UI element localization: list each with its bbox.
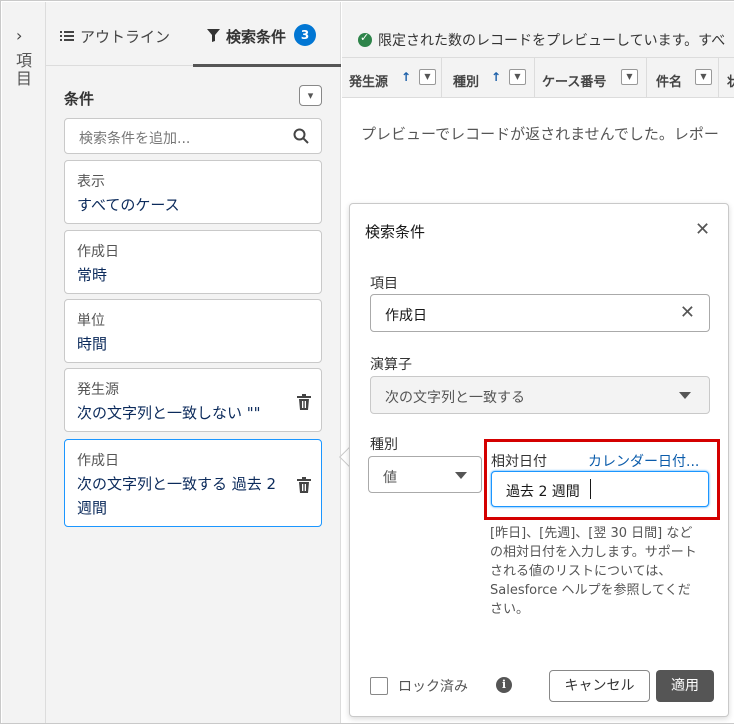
filter-card-label: 表示 (77, 174, 105, 190)
field-combobox[interactable]: 作成日 ✕ (370, 294, 710, 332)
column-label: 種別 (453, 75, 480, 90)
trash-icon[interactable] (297, 477, 311, 493)
filter-card-label: 発生源 (77, 382, 119, 398)
tab-filters[interactable]: 検索条件 3 (193, 24, 341, 67)
column-header-type[interactable]: 種別 ↑ ▼ (442, 58, 535, 98)
locked-checkbox[interactable]: ロック済み (370, 676, 468, 696)
expand-chevron-icon[interactable]: › (16, 26, 22, 45)
apply-button[interactable]: 適用 (656, 670, 714, 702)
relative-date-input[interactable]: 過去 2 週間 (491, 471, 709, 507)
column-header-case-number[interactable]: ケース番号 ▼ (535, 58, 647, 98)
filter-icon (207, 29, 220, 42)
fields-rail-label: 項目 (13, 52, 32, 88)
filter-panel: アウトライン 検索条件 3 条件 ▾ 検索条件を追加... 表示 すべてのケース (46, 2, 341, 723)
filter-search-input[interactable]: 検索条件を追加... (64, 118, 322, 154)
panel-tabs: アウトライン 検索条件 3 (46, 2, 341, 67)
filter-card-value: 次の文字列と一致する 過去 2 週間 (77, 475, 277, 517)
relative-date-help-text: [昨日]、[先週]、[翌 30 日間] などの相対日付を入力します。サポートされ… (490, 526, 697, 617)
conditions-menu-button[interactable]: ▾ (299, 85, 322, 106)
sort-ascending-icon: ↑ (491, 70, 502, 84)
filter-card-show[interactable]: 表示 すべてのケース (64, 160, 322, 224)
column-menu-chevron-icon[interactable]: ▼ (419, 69, 436, 85)
filter-card-created-date[interactable]: 作成日 常時 (64, 230, 322, 294)
column-label: 発生源 (349, 75, 389, 90)
filter-card-origin[interactable]: 発生源 次の文字列と一致しない "" (64, 368, 322, 432)
chevron-down-icon: ▾ (307, 89, 314, 102)
report-builder: › 項目 アウトライン 検索条件 3 条件 ▾ 検索条件を追加... 表示 すべ… (0, 0, 734, 724)
popover-title: 検索条件 (365, 223, 426, 241)
column-header-origin[interactable]: 発生源 ↑ ▼ (342, 58, 442, 98)
text-caret (590, 479, 591, 499)
column-label: 件名 (656, 75, 683, 90)
tab-outline-label: アウトライン (80, 28, 171, 46)
type-label: 種別 (370, 437, 398, 453)
filter-card-value: 次の文字列と一致しない "" (77, 404, 261, 422)
tab-outline[interactable]: アウトライン (60, 26, 170, 66)
chevron-down-icon (679, 392, 691, 399)
conditions-heading: 条件 (64, 90, 95, 108)
operator-label: 演算子 (370, 357, 412, 373)
column-label: ケース番号 (542, 75, 607, 90)
filter-card-value: すべてのケース (77, 196, 180, 214)
filter-count-badge: 3 (294, 24, 317, 46)
chevron-down-icon (455, 472, 467, 479)
filter-edit-popover: 検索条件 ✕ 項目 作成日 ✕ 演算子 次の文字列と一致する 種別 値 相対日付… (349, 203, 729, 717)
field-label: 項目 (370, 276, 398, 292)
trash-icon[interactable] (297, 394, 311, 410)
relative-date-value: 過去 2 週間 (506, 484, 580, 500)
checkbox-box[interactable] (370, 677, 388, 695)
list-icon (60, 31, 74, 41)
filter-card-created-date-active[interactable]: 作成日 次の文字列と一致する 過去 2 週間 (64, 439, 322, 527)
cancel-button[interactable]: キャンセル (549, 670, 650, 702)
filter-card-label: 作成日 (77, 244, 119, 260)
operator-value: 次の文字列と一致する (385, 390, 525, 406)
type-value: 値 (383, 470, 397, 486)
filter-card-label: 作成日 (77, 453, 119, 469)
filter-card-unit[interactable]: 単位 時間 (64, 299, 322, 363)
filter-card-label: 単位 (77, 313, 105, 329)
preview-banner: 限定された数のレコードをプレビューしています。すべ (342, 2, 734, 58)
close-icon[interactable]: ✕ (695, 219, 710, 240)
info-icon[interactable]: i (496, 677, 512, 693)
type-select[interactable]: 値 (368, 456, 482, 493)
preview-column-header: 発生源 ↑ ▼ 種別 ↑ ▼ ケース番号 ▼ 件名 ▼ 状 (342, 58, 734, 98)
locked-label: ロック済み (398, 679, 468, 695)
column-label: 状 (727, 71, 734, 90)
filter-card-value: 時間 (77, 335, 108, 353)
success-check-icon (358, 31, 372, 47)
column-header-status[interactable]: 状 (719, 58, 734, 98)
search-icon (293, 128, 309, 144)
fields-rail[interactable]: › 項目 (2, 2, 46, 723)
preview-empty-message: プレビューでレコードが返されませんでした。レポー (361, 125, 719, 143)
clear-icon[interactable]: ✕ (680, 302, 695, 323)
column-header-subject[interactable]: 件名 ▼ (647, 58, 719, 98)
filter-search-placeholder: 検索条件を追加... (79, 131, 191, 147)
column-menu-chevron-icon[interactable]: ▼ (621, 69, 638, 85)
column-menu-chevron-icon[interactable]: ▼ (695, 69, 712, 85)
field-value: 作成日 (385, 308, 427, 324)
sort-ascending-icon: ↑ (401, 70, 412, 84)
operator-select[interactable]: 次の文字列と一致する (370, 376, 710, 414)
tab-filters-label: 検索条件 (226, 28, 287, 46)
calendar-date-link[interactable]: カレンダー日付... (588, 451, 699, 471)
preview-banner-text: 限定された数のレコードをプレビューしています。すべ (378, 33, 726, 49)
column-menu-chevron-icon[interactable]: ▼ (509, 69, 526, 85)
relative-date-label: 相対日付 (491, 454, 547, 470)
filter-card-value: 常時 (77, 266, 108, 284)
